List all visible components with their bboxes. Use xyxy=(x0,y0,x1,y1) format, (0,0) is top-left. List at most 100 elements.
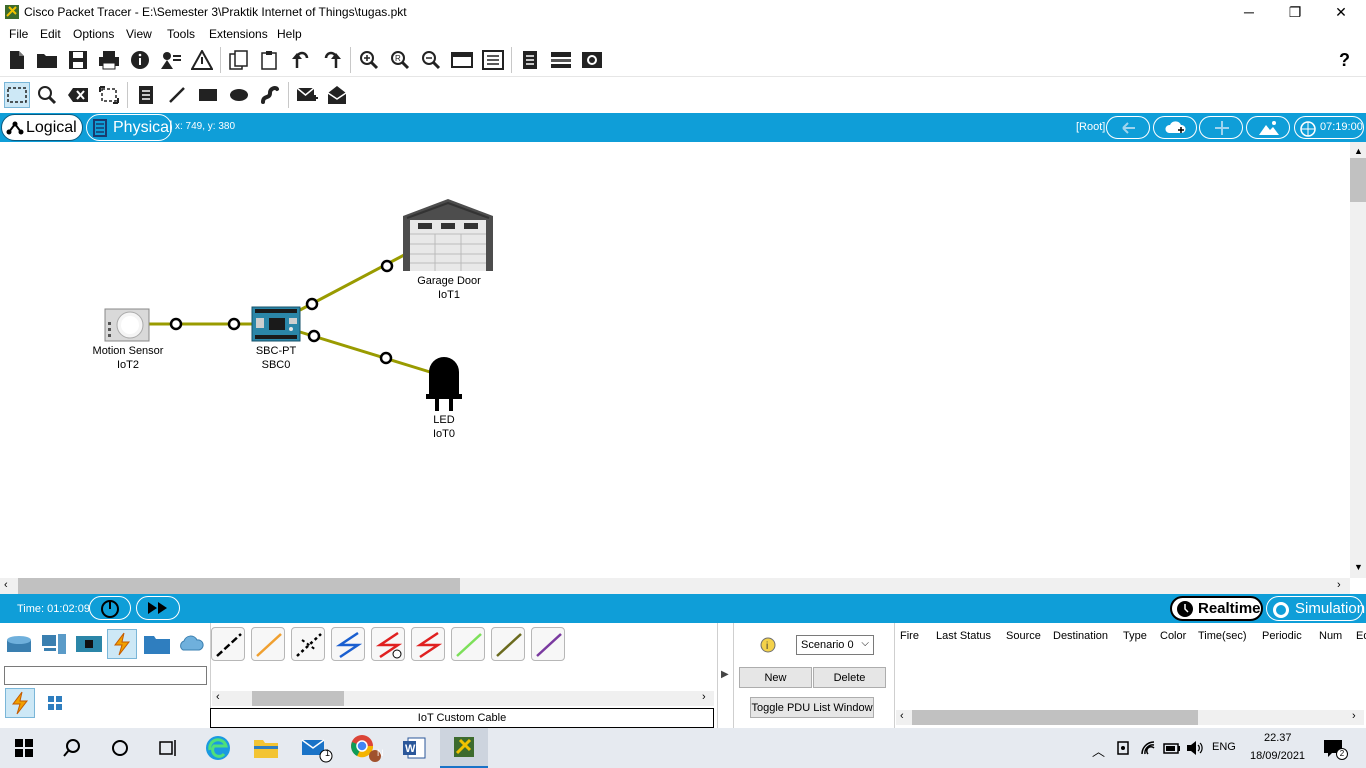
menu-extensions[interactable]: Extensions xyxy=(209,27,268,41)
canvas-horizontal-scrollbar[interactable]: ‹ › xyxy=(0,578,1350,594)
wifi-icon[interactable] xyxy=(1140,740,1156,756)
network-info-icon[interactable] xyxy=(549,48,573,72)
pdu-scroll-thumb[interactable] xyxy=(912,710,1198,725)
tab-physical[interactable]: Physical xyxy=(86,114,173,141)
toggle-pdu-list-button[interactable]: Toggle PDU List Window xyxy=(750,697,874,718)
draw-ellipse-icon[interactable] xyxy=(227,83,251,107)
paste-icon[interactable] xyxy=(258,48,282,72)
close-button[interactable]: ✕ xyxy=(1318,0,1364,24)
menu-edit[interactable]: Edit xyxy=(40,27,61,41)
back-button[interactable] xyxy=(1106,116,1150,139)
word-app-button[interactable]: W xyxy=(390,728,438,768)
draw-rectangle-icon[interactable] xyxy=(196,83,220,107)
select-tool-icon[interactable] xyxy=(4,82,30,108)
scroll-right-icon[interactable]: › xyxy=(1337,579,1341,591)
tab-logical[interactable]: Logical xyxy=(1,114,83,141)
column-header[interactable]: Type xyxy=(1123,630,1147,642)
cable-serial-dte-icon[interactable] xyxy=(411,627,445,661)
scroll-left-icon[interactable]: ‹ xyxy=(216,691,220,703)
help-icon[interactable]: ? xyxy=(1339,50,1350,71)
cable-crossover-icon[interactable] xyxy=(331,627,365,661)
copy-icon[interactable] xyxy=(227,48,251,72)
connections-icon[interactable] xyxy=(107,629,137,659)
column-header[interactable]: Source xyxy=(1006,630,1041,642)
zoom-in-icon[interactable] xyxy=(357,48,381,72)
garage-door-icon[interactable] xyxy=(402,198,494,272)
volume-icon[interactable] xyxy=(1186,740,1204,756)
custom-device-icon[interactable] xyxy=(159,48,183,72)
column-header[interactable]: Destination xyxy=(1053,630,1108,642)
cable-horizontal-scrollbar[interactable]: ‹ › xyxy=(212,691,714,706)
power-cycle-button[interactable] xyxy=(89,596,131,620)
delete-scenario-button[interactable]: Delete xyxy=(813,667,886,688)
panel-splitter[interactable]: ▶ xyxy=(717,623,733,729)
resize-shape-icon[interactable] xyxy=(97,83,121,107)
simulation-mode-button[interactable]: Simulation xyxy=(1266,596,1365,621)
scroll-left-icon[interactable]: ‹ xyxy=(4,579,8,591)
canvas-vertical-scrollbar[interactable]: ▲ ▼ xyxy=(1350,142,1366,578)
new-scenario-button[interactable]: New xyxy=(739,667,812,688)
cable-console-icon[interactable] xyxy=(251,627,285,661)
print-icon[interactable] xyxy=(97,48,121,72)
root-breadcrumb[interactable]: [Root] xyxy=(1076,121,1105,133)
column-header[interactable]: Ed xyxy=(1356,630,1366,642)
realtime-mode-button[interactable]: Realtime xyxy=(1170,596,1263,621)
grid-subtype-icon[interactable] xyxy=(40,688,70,718)
led-bulb-icon[interactable] xyxy=(426,354,462,412)
menu-help[interactable]: Help xyxy=(277,27,302,41)
column-header[interactable]: Color xyxy=(1160,630,1186,642)
freeform-icon[interactable] xyxy=(258,83,282,107)
save-icon[interactable] xyxy=(66,48,90,72)
network-devices-icon[interactable] xyxy=(4,629,34,659)
edge-browser-button[interactable] xyxy=(194,728,242,768)
miscellaneous-icon[interactable] xyxy=(142,629,172,659)
column-header[interactable]: Num xyxy=(1319,630,1342,642)
multiuser-connection-icon[interactable] xyxy=(176,629,206,659)
end-devices-icon[interactable] xyxy=(39,629,69,659)
horizontal-scroll-thumb[interactable] xyxy=(18,578,460,594)
column-header[interactable]: Time(sec) xyxy=(1198,630,1246,642)
motion-sensor-icon[interactable] xyxy=(104,308,150,342)
components-icon[interactable] xyxy=(74,629,104,659)
meet-now-icon[interactable] xyxy=(1116,740,1130,756)
set-background-button[interactable] xyxy=(1246,116,1290,139)
zoom-out-icon[interactable] xyxy=(419,48,443,72)
menu-tools[interactable]: Tools xyxy=(167,27,195,41)
zoom-reset-icon[interactable]: R xyxy=(388,48,412,72)
redo-icon[interactable] xyxy=(320,48,344,72)
expand-arrow-icon[interactable]: ▶ xyxy=(721,669,729,680)
tray-date[interactable]: 18/09/2021 xyxy=(1250,750,1305,762)
place-note-icon[interactable] xyxy=(134,83,158,107)
fast-forward-button[interactable] xyxy=(136,596,180,620)
cable-serial-dce-icon[interactable] xyxy=(371,627,405,661)
menu-file[interactable]: File xyxy=(9,27,28,41)
minimize-button[interactable]: ─ xyxy=(1226,0,1272,24)
draw-line-icon[interactable] xyxy=(165,83,189,107)
search-button[interactable] xyxy=(48,728,96,768)
scroll-down-icon[interactable]: ▼ xyxy=(1354,562,1363,572)
new-cluster-button[interactable] xyxy=(1153,116,1197,139)
scroll-up-icon[interactable]: ▲ xyxy=(1354,146,1363,156)
cable-fiber-icon[interactable] xyxy=(451,627,485,661)
cable-usb-icon[interactable] xyxy=(531,627,565,661)
info-icon[interactable] xyxy=(128,48,152,72)
mail-app-button[interactable]: 1 xyxy=(292,728,340,768)
input-language[interactable]: ENG xyxy=(1212,741,1236,753)
vertical-scroll-thumb[interactable] xyxy=(1350,158,1366,202)
cortana-button[interactable] xyxy=(96,728,144,768)
delete-icon[interactable] xyxy=(66,83,90,107)
packet-tracer-taskbar-button[interactable] xyxy=(440,728,488,768)
column-header[interactable]: Periodic xyxy=(1262,630,1302,642)
scroll-left-icon[interactable]: ‹ xyxy=(900,710,904,722)
custom-device-dialog-icon[interactable] xyxy=(481,48,505,72)
wizard-icon[interactable] xyxy=(190,48,214,72)
column-header[interactable]: Fire xyxy=(900,630,919,642)
undo-icon[interactable] xyxy=(289,48,313,72)
menu-options[interactable]: Options xyxy=(73,27,114,41)
scroll-right-icon[interactable]: › xyxy=(1352,710,1356,722)
cable-scroll-thumb[interactable] xyxy=(252,691,344,706)
connections-subtype-icon[interactable] xyxy=(5,688,35,718)
cable-automatic-icon[interactable] xyxy=(211,627,245,661)
move-object-button[interactable] xyxy=(1199,116,1243,139)
restore-button[interactable]: ❐ xyxy=(1272,0,1318,24)
